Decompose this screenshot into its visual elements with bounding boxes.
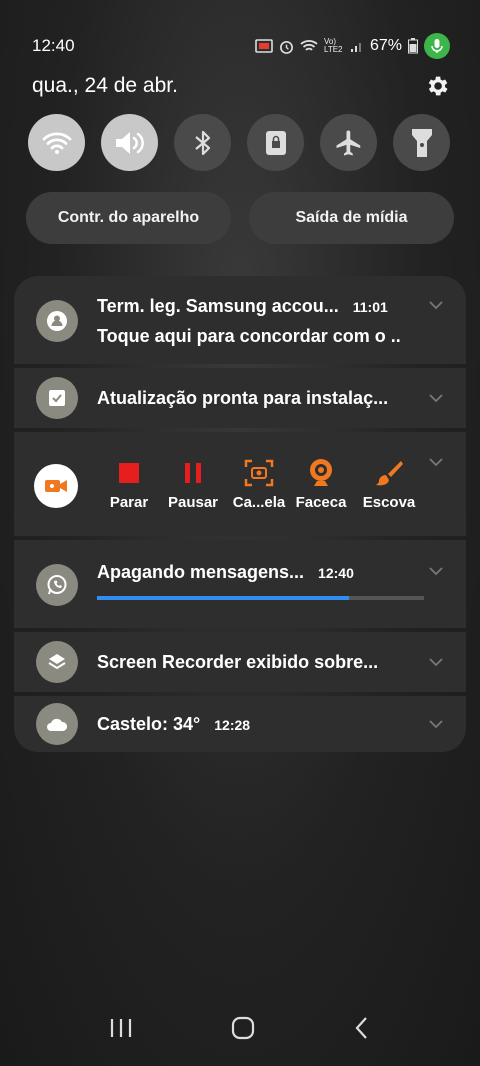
back-icon[interactable] [353, 1016, 371, 1040]
webcam-icon [310, 459, 332, 486]
battery-icon [408, 38, 418, 54]
media-output-button[interactable]: Saída de mídia [249, 192, 454, 244]
capture-button[interactable]: Ca...ela [224, 458, 294, 511]
chevron-down-icon[interactable] [428, 566, 444, 576]
chevron-down-icon[interactable] [428, 300, 444, 310]
cast-icon [255, 39, 273, 53]
stop-label: Parar [109, 494, 149, 511]
notification-title: Screen Recorder exibido sobre... [97, 652, 379, 672]
pause-button[interactable]: Pausar [158, 458, 228, 511]
battery-percent: 67% [369, 37, 402, 54]
wifi-icon [42, 131, 71, 154]
video-camera-icon [45, 480, 67, 492]
wifi-status-icon [300, 40, 318, 51]
device-control-button[interactable]: Contr. do aparelho [26, 192, 231, 244]
notification-weather[interactable]: Castelo: 34° 12:28 [14, 696, 466, 752]
stop-icon [119, 463, 139, 483]
facecam-button[interactable]: Faceca [286, 458, 356, 511]
chevron-down-icon[interactable] [428, 393, 444, 403]
clock: 12:40 [32, 36, 75, 55]
notification-title-row: Castelo: 34° 12:28 [97, 714, 250, 735]
screenshot-icon [244, 459, 274, 487]
bluetooth-icon [194, 130, 210, 155]
notification-text: Toque aqui para concordar com o .. [97, 326, 401, 346]
chevron-down-icon[interactable] [428, 719, 444, 729]
notification-recorder: Parar Pausar Ca...ela Faceca Escova [14, 432, 466, 536]
status-bar: 12:40 Vo) LTE2 67% [32, 33, 450, 59]
gear-icon[interactable] [424, 73, 450, 99]
chevron-down-icon[interactable] [428, 657, 444, 667]
notification-icon [36, 564, 78, 606]
chevron-down-icon[interactable] [428, 457, 444, 467]
home-icon[interactable] [231, 1016, 255, 1040]
recorder-app-icon [34, 464, 78, 508]
progress-bar [97, 596, 424, 600]
whatsapp-icon [47, 575, 67, 595]
date-row: qua., 24 de abr. [32, 70, 450, 102]
speaker-icon [115, 131, 144, 154]
update-icon [49, 390, 65, 406]
brush-button[interactable]: Escova [354, 458, 424, 511]
notification-time: 12:28 [214, 717, 251, 733]
flashlight-icon [411, 128, 432, 157]
notification-title: Term. leg. Samsung accou... [97, 296, 339, 316]
navigation-bar [0, 1008, 480, 1048]
notification-time: 12:40 [318, 565, 354, 581]
airplane-icon [336, 130, 360, 155]
account-icon [47, 311, 67, 331]
lock-icon [265, 130, 286, 155]
notification-icon [36, 703, 78, 745]
notification-samsung[interactable]: Term. leg. Samsung accou... 11:01 Toque a… [14, 276, 466, 364]
mic-indicator-icon [424, 33, 450, 59]
control-buttons: Contr. do aparelho Saída de mídia [26, 192, 454, 244]
notification-title: Atualização pronta para instalaç... [97, 388, 389, 408]
notification-icon [36, 377, 78, 419]
airplane-toggle[interactable] [320, 114, 377, 171]
pause-icon [185, 463, 201, 483]
notification-icon [36, 300, 78, 342]
rotation-lock-toggle[interactable] [247, 114, 304, 171]
brush-icon [376, 461, 403, 486]
stop-button[interactable]: Parar [94, 458, 164, 511]
alarm-icon [280, 40, 293, 54]
brush-label: Escova [362, 494, 416, 511]
date-label: qua., 24 de abr. [32, 74, 178, 97]
notification-icon [36, 641, 78, 683]
signal-icon [350, 43, 361, 52]
pause-label: Pausar [167, 494, 219, 511]
recents-icon[interactable] [109, 1017, 133, 1039]
notification-title-row: Term. leg. Samsung accou... 11:01 [97, 296, 388, 317]
notification-whatsapp[interactable]: Apagando mensagens... 12:40 [14, 540, 466, 628]
flashlight-toggle[interactable] [393, 114, 450, 171]
layers-icon [48, 654, 66, 670]
volte-label: Vo) LTE2 [323, 37, 343, 54]
notification-time: 11:01 [352, 299, 388, 315]
notification-title-row: Apagando mensagens... 12:40 [97, 562, 354, 583]
sound-toggle[interactable] [101, 114, 158, 171]
notification-title: Apagando mensagens... [97, 562, 305, 582]
notification-screen-recorder[interactable]: Screen Recorder exibido sobre... [14, 632, 466, 692]
cloud-icon [47, 718, 68, 731]
notification-update[interactable]: Atualização pronta para instalaç... [14, 368, 466, 428]
wifi-toggle[interactable] [28, 114, 85, 171]
capture-label: Ca...ela [232, 494, 286, 511]
quick-settings [28, 114, 450, 171]
facecam-label: Faceca [295, 494, 347, 511]
notification-title: Castelo: 34° [97, 714, 201, 734]
bluetooth-toggle[interactable] [174, 114, 231, 171]
progress-fill [97, 596, 349, 600]
status-icons: Vo) LTE2 67% [255, 33, 450, 59]
